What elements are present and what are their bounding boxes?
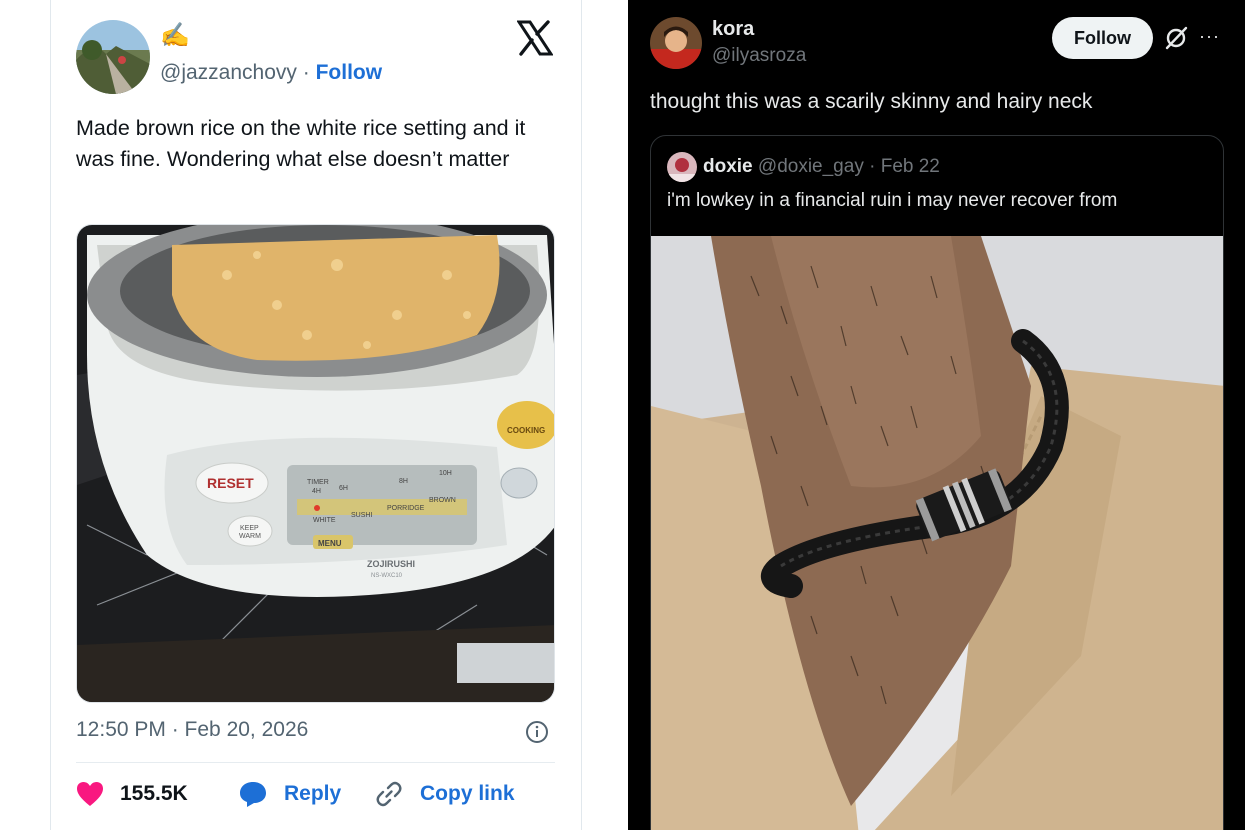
heart-icon [77, 782, 103, 806]
brown-label: BROWN [429, 497, 456, 504]
divider [76, 762, 555, 763]
link-icon [376, 781, 402, 807]
timer-label: TIMER [307, 479, 329, 486]
porridge-label: PORRIDGE [387, 505, 425, 512]
quote-author-handle[interactable]: @doxie_gay [758, 156, 864, 177]
quote-date[interactable]: · Feb 22 [869, 156, 940, 177]
quote-avatar[interactable] [667, 152, 697, 182]
white-label: WHITE [313, 517, 336, 524]
quoted-tweet[interactable]: doxie @doxie_gay · Feb 22 i'm lowkey in … [650, 135, 1224, 830]
rice-cooker-photo[interactable]: RESET KEEP WARM TIMER 4H 6H 8H 10H WHITE… [76, 224, 555, 703]
left-tweet-panel: ✍ @jazzanchovy · Follow Made brown rice … [0, 0, 628, 830]
grok-icon[interactable] [1163, 25, 1189, 51]
4h-label: 4H [312, 488, 321, 495]
cooking-key-label: COOKING [507, 426, 545, 435]
reply-label: Reply [284, 782, 342, 805]
info-icon[interactable] [525, 720, 549, 744]
sushi-label: SUSHI [351, 512, 372, 519]
like-button[interactable]: 155.5K [76, 779, 188, 809]
tweet-text: thought this was a scarily skinny and ha… [650, 90, 1093, 113]
menu-key-label: MENU [318, 539, 342, 548]
reply-button[interactable]: Reply [238, 779, 341, 809]
writing-hand-emoji: ✍ [160, 22, 190, 49]
8h-label: 8H [399, 478, 408, 485]
tweet-text: Made brown rice on the white rice settin… [76, 116, 526, 171]
brand-label: ZOJIRUSHI [367, 559, 415, 569]
action-bar: 155.5K Reply Copy link [76, 779, 555, 809]
model-label: NS-WXC10 [371, 573, 403, 579]
copy-link-label: Copy link [420, 782, 515, 805]
like-count: 155.5K [120, 782, 188, 805]
follow-link[interactable]: Follow [316, 61, 383, 84]
6h-label: 6H [339, 485, 348, 492]
avatar[interactable] [650, 17, 702, 69]
author-name[interactable]: kora [712, 18, 754, 41]
avatar[interactable] [76, 20, 150, 94]
separator-dot: · [302, 61, 310, 84]
10h-label: 10H [439, 470, 452, 477]
tweet-timestamp[interactable]: 12:50 PM · Feb 20, 2026 [76, 716, 308, 744]
copy-link-button[interactable]: Copy link [374, 779, 515, 809]
bracelet-wrist-photo[interactable] [651, 236, 1223, 830]
quote-text: i'm lowkey in a financial ruin i may nev… [667, 190, 1118, 211]
more-icon[interactable]: ··· [1199, 27, 1220, 45]
warm-key-label: WARM [239, 533, 261, 540]
follow-button[interactable]: Follow [1052, 17, 1153, 59]
author-handle[interactable]: @ilyasroza [712, 45, 806, 67]
right-tweet-panel: kora @ilyasroza Follow ··· thought this … [628, 0, 1245, 830]
quote-author-name[interactable]: doxie [703, 156, 753, 177]
reply-bubble-icon [240, 782, 266, 807]
reset-key-label: RESET [207, 475, 254, 491]
author-handle[interactable]: @jazzanchovy [160, 61, 297, 84]
x-logo-icon[interactable] [516, 20, 554, 56]
quote-author-row: doxie @doxie_gay · Feb 22 [703, 154, 940, 180]
keep-key-label: KEEP [240, 525, 259, 532]
author-row: @jazzanchovy · Follow [160, 59, 382, 87]
